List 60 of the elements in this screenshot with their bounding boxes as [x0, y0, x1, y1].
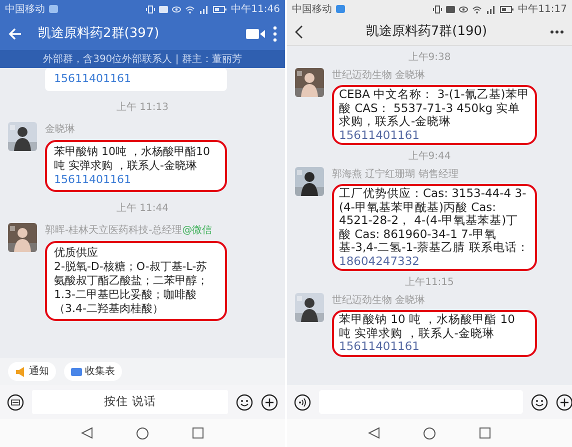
home-nav-icon[interactable] — [422, 426, 436, 440]
group-info: 外部群，含390位外部联系人 | 群主：董丽芳 — [0, 50, 285, 68]
add-icon[interactable] — [556, 394, 572, 410]
timestamp: 上午9:44 — [408, 150, 451, 164]
sender-name: 世纪迈劲生物 金晓琳 — [332, 68, 426, 83]
source-tag: @微信 — [182, 223, 212, 241]
phone-link[interactable]: 15611401161 — [54, 72, 218, 86]
vibrate-icon — [433, 4, 442, 14]
sender-name: 金晓琳 — [45, 122, 75, 137]
eye-icon — [172, 4, 182, 14]
phone-link[interactable]: 18604247332 — [339, 254, 530, 268]
sender-name: 郭晖-桂林天立医药科技-总经理 — [45, 224, 182, 238]
hold-to-talk-button[interactable]: 按住 说话 — [32, 390, 228, 414]
battery-icon — [213, 4, 228, 14]
message-text: 苯甲酸钠 10 吨 ，水杨酸甲酯 10 吨 实弹求购 ，联系人-金晓琳 — [339, 313, 516, 340]
status-time: 中午11:46 — [231, 2, 280, 16]
message-text: 工厂优势供应：Cas: 3153-44-4 3-(4-甲氧基苯甲酰基)丙酸 Cas: 4521-28-2， 4-(4-甲氧基苯基)丁酸 Cas: 861960-34-1 7-甲氧基-3,4-二氢-1-萘基乙腈 联系电话： — [339, 187, 530, 254]
quick-action-button[interactable]: 通知 — [8, 362, 56, 381]
voice-icon[interactable] — [294, 394, 311, 410]
chat-title: 凯途原料药2群(397) — [38, 25, 160, 44]
phone-link[interactable]: 15611401161 — [339, 128, 530, 142]
timestamp: 上午 11:44 — [116, 202, 168, 216]
video-call-icon[interactable] — [246, 28, 265, 40]
phone-link[interactable]: 15611401161 — [54, 173, 218, 187]
keyboard-icon[interactable] — [7, 394, 24, 410]
back-nav-icon[interactable] — [368, 427, 380, 439]
timestamp: 上午11:15 — [405, 276, 454, 290]
message-text: 2-脱氧-D-核糖；O-叔丁基-L-苏氨酸叔丁酯乙酸盐；二苯甲醇；1.3-二甲基巴比妥酸；咖啡酸（3.4-二羟基肉桂酸） — [54, 260, 209, 316]
back-icon[interactable] — [295, 24, 303, 38]
wifi-icon — [472, 4, 482, 14]
quick-action-button[interactable]: 收集表 — [64, 362, 122, 381]
more-icon[interactable] — [550, 30, 564, 34]
carrier-name: 中国移动 — [292, 2, 332, 16]
signal-icon — [486, 4, 496, 14]
vibrate-icon — [146, 4, 156, 14]
emoji-icon[interactable] — [531, 394, 548, 410]
megaphone-icon — [15, 366, 26, 378]
phone-link[interactable]: 15611401161 — [339, 340, 530, 354]
eye-icon — [459, 4, 468, 14]
sender-name: 世纪迈劲生物 金晓琳 — [332, 294, 426, 308]
timestamp: 上午 11:13 — [116, 100, 168, 115]
carrier-name: 中国移动 — [5, 2, 45, 16]
add-icon[interactable] — [261, 394, 278, 410]
recent-apps-icon[interactable] — [192, 427, 204, 439]
message-text: 优质供应 — [54, 246, 99, 260]
timestamp: 上午9:38 — [408, 50, 451, 65]
sender-name: 郭海燕 辽宁红珊瑚 销售经理 — [332, 168, 458, 182]
battery-icon — [500, 4, 514, 14]
chat-title: 凯途原料药7群(190) — [366, 22, 488, 41]
message-text: 苯甲酸钠 10吨 ，水杨酸甲酯10吨 实弹求购 ，联系人-金晓琳 — [54, 145, 211, 173]
emoji-icon[interactable] — [236, 394, 253, 410]
recent-apps-icon[interactable] — [478, 427, 491, 439]
message-text: CEBA 中文名称： 3-(1-氰乙基)苯甲酸 CAS： 5537-71-3 450kg 实单求购，联系人-金晓琳 — [339, 88, 530, 128]
folder-icon — [71, 366, 82, 378]
signal-icon — [199, 4, 210, 14]
more-icon[interactable] — [273, 26, 277, 42]
back-nav-icon[interactable] — [81, 427, 94, 439]
wifi-icon — [185, 4, 196, 14]
home-nav-icon[interactable] — [136, 426, 149, 440]
status-time: 中午11:17 — [518, 2, 567, 16]
